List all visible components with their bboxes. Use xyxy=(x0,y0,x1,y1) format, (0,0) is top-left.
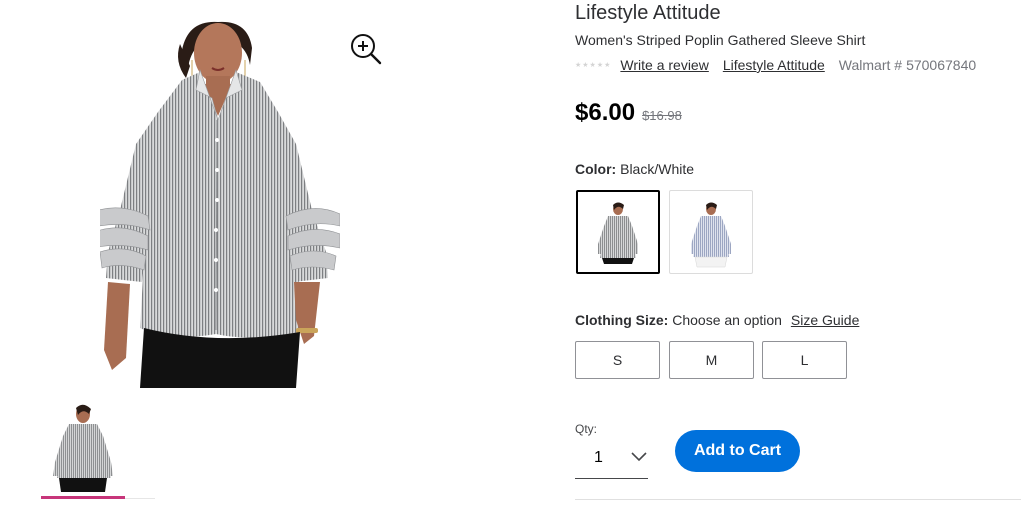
size-prompt: Choose an option xyxy=(672,312,782,328)
current-price: $6.00 xyxy=(575,99,636,126)
product-main-image[interactable] xyxy=(89,20,341,388)
was-price: $16.98 xyxy=(642,108,682,123)
size-option-s[interactable]: S xyxy=(575,341,660,379)
brand-title: Lifestyle Attitude xyxy=(575,2,721,24)
qty-value: 1 xyxy=(594,449,603,466)
thumbnail-track xyxy=(125,498,155,499)
size-option-m[interactable]: M xyxy=(669,341,754,379)
sku-number: 570067840 xyxy=(906,57,977,73)
sku: Walmart #570067840 xyxy=(839,57,976,73)
size-label: Clothing Size: xyxy=(575,312,669,328)
qty-label: Qty: xyxy=(575,422,598,436)
size-label-row: Clothing Size: Choose an option Size Gui… xyxy=(575,312,859,328)
product-thumbnail[interactable] xyxy=(41,404,125,492)
size-option-l[interactable]: L xyxy=(762,341,847,379)
thumbnail-active-indicator xyxy=(41,496,125,499)
size-guide-link[interactable]: Size Guide xyxy=(791,312,859,328)
brand-link[interactable]: Lifestyle Attitude xyxy=(723,57,825,73)
rating-row: ★★★★★ Write a review Lifestyle Attitude … xyxy=(575,56,976,74)
chevron-down-icon xyxy=(631,452,647,462)
price-row: $6.00 $16.98 xyxy=(575,99,682,127)
color-label: Color: xyxy=(575,161,617,177)
divider xyxy=(575,499,1021,500)
zoom-in-icon[interactable] xyxy=(349,32,383,66)
color-swatch-black-white[interactable] xyxy=(576,190,660,274)
add-to-cart-button[interactable]: Add to Cart xyxy=(675,430,800,472)
color-swatch-blue-white[interactable] xyxy=(669,190,753,274)
color-label-row: Color: Black/White xyxy=(575,161,694,177)
qty-select[interactable]: 1 xyxy=(575,438,648,479)
write-review-link[interactable]: Write a review xyxy=(620,57,708,73)
color-selected: Black/White xyxy=(620,161,695,177)
rating-stars-icon: ★★★★★ xyxy=(575,62,612,69)
product-name: Women's Striped Poplin Gathered Sleeve S… xyxy=(575,32,866,48)
sku-label: Walmart # xyxy=(838,57,903,73)
